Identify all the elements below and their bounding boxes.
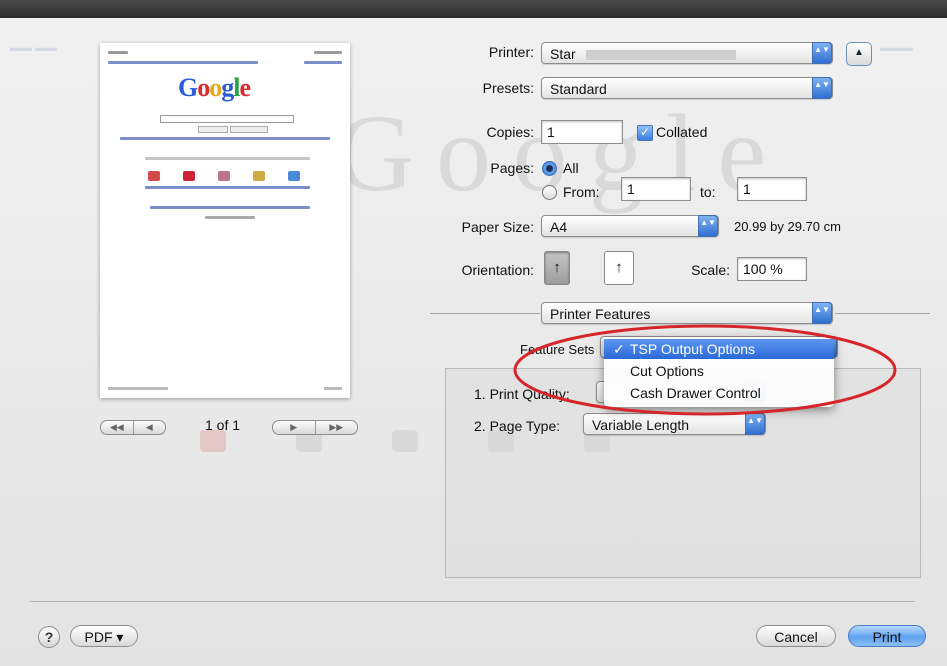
preview-footer-url [108, 387, 168, 390]
preview-icon [288, 171, 300, 181]
preview-footer-page [324, 387, 342, 390]
landscape-icon: ↑ [615, 259, 623, 276]
paper-size-value: A4 [550, 219, 568, 235]
preview-icon [253, 171, 265, 181]
portrait-icon: ↑ [553, 259, 561, 276]
copies-input[interactable]: 1 [541, 120, 623, 144]
orientation-label: Orientation: [461, 262, 534, 278]
previous-page-button[interactable]: ◀ [132, 421, 166, 434]
preview-nav-forward[interactable]: ▶ ▶▶ [272, 420, 358, 435]
print-preview: Google [100, 43, 350, 398]
paper-size-label: Paper Size: [461, 219, 534, 235]
pages-from-label: From: [563, 184, 600, 200]
landscape-orientation-button[interactable]: ↑ [604, 251, 634, 285]
section-divider-left [430, 313, 540, 314]
scale-input[interactable]: 100 % [737, 257, 807, 281]
popup-arrows-icon: ▲▼ [812, 77, 832, 99]
preview-line [120, 137, 330, 140]
print-button[interactable]: Print [848, 625, 926, 647]
highlight-ellipse [513, 324, 897, 416]
presets-popup[interactable]: Standard ▲▼ [541, 77, 833, 99]
window-titlebar [0, 0, 947, 18]
preview-line [108, 61, 258, 64]
printer-value: Star [550, 46, 576, 62]
background-page-links: ▬▬ ▬▬ [10, 42, 58, 54]
preview-search-box [160, 115, 294, 123]
pages-to-label: to: [700, 184, 716, 200]
section-divider-right [835, 313, 930, 314]
preview-icon [183, 171, 195, 181]
presets-value: Standard [550, 81, 607, 97]
preview-line [304, 61, 342, 64]
preview-button [198, 126, 228, 133]
preview-icon [148, 171, 160, 181]
background-page-right: ▬▬▬ [880, 42, 913, 54]
page-indicator: 1 of 1 [205, 417, 241, 433]
paper-size-popup[interactable]: A4 ▲▼ [541, 215, 719, 237]
preview-line [145, 186, 310, 189]
cancel-button[interactable]: Cancel [756, 625, 836, 647]
preview-nav-back[interactable]: ◀◀ ◀ [100, 420, 166, 435]
footer-divider [30, 601, 915, 602]
popup-arrows-icon: ▲▼ [698, 215, 718, 237]
paper-dimensions: 20.99 by 29.70 cm [734, 219, 841, 234]
copies-label: Copies: [486, 124, 534, 140]
preview-icon [218, 171, 230, 181]
pdf-menu-button[interactable]: PDF ▾ [70, 625, 138, 647]
background-icon [392, 430, 418, 452]
pages-all-label: All [563, 160, 579, 176]
last-page-button[interactable]: ▶▶ [314, 421, 358, 434]
first-page-button[interactable]: ◀◀ [101, 421, 133, 434]
preview-line [145, 157, 310, 160]
background-icon [200, 430, 226, 452]
preview-button [230, 126, 268, 133]
help-button[interactable]: ? [38, 626, 60, 648]
highlight-ellipse-shape [513, 324, 897, 416]
collapse-details-button[interactable]: ▲ [846, 42, 872, 66]
printer-popup[interactable]: Star ▲▼ [541, 42, 833, 64]
next-page-button[interactable]: ▶ [273, 421, 315, 434]
preview-line [314, 51, 342, 54]
portrait-orientation-button[interactable]: ↑ [544, 251, 570, 285]
page-type-value: Variable Length [592, 417, 690, 433]
popup-arrows-icon: ▲▼ [812, 42, 832, 64]
pages-from-radio[interactable] [542, 185, 557, 200]
preview-line [150, 206, 310, 209]
presets-label: Presets: [482, 80, 534, 96]
collated-checkbox[interactable]: ✓ [637, 125, 653, 141]
preview-logo: Google [178, 73, 251, 102]
printer-name-redacted [585, 50, 736, 61]
pages-from-input[interactable]: 1 [621, 177, 691, 201]
preview-line [108, 51, 128, 54]
pages-label: Pages: [490, 160, 534, 176]
pages-all-radio[interactable] [542, 161, 557, 176]
printer-label: Printer: [488, 44, 534, 60]
collated-label: Collated [656, 124, 708, 140]
page-type-label: 2. Page Type: [474, 418, 561, 434]
pages-to-input[interactable]: 1 [737, 177, 807, 201]
scale-label: Scale: [691, 262, 730, 278]
preview-line [205, 216, 255, 219]
